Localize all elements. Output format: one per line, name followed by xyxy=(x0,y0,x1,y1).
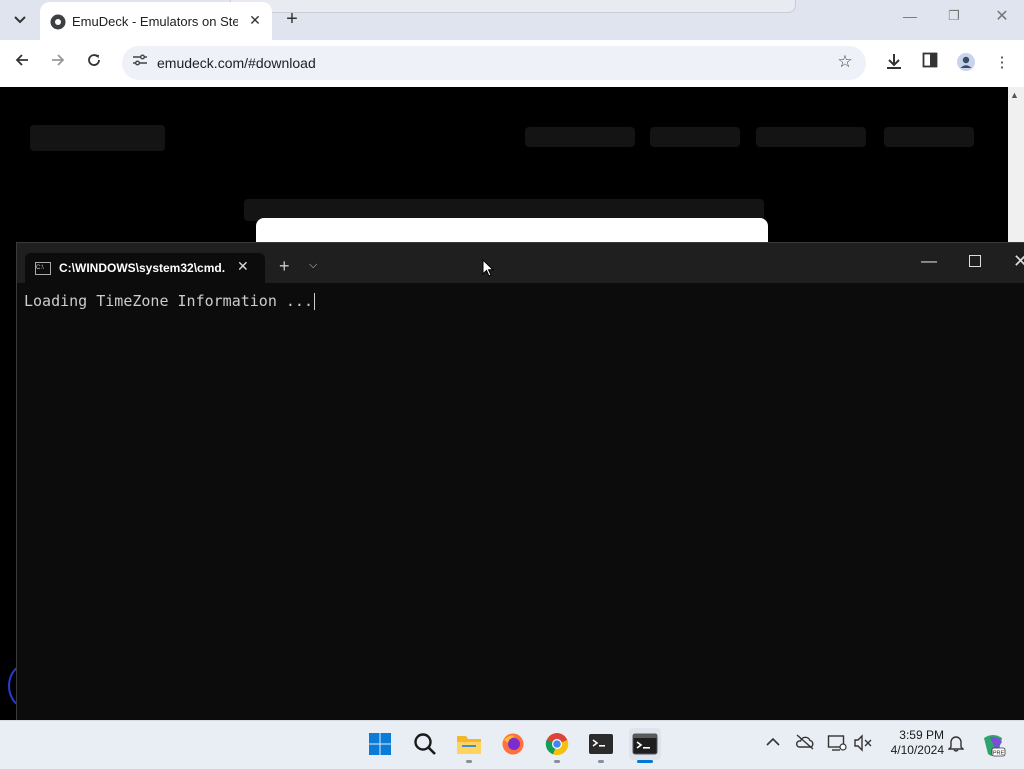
chevron-down-icon xyxy=(14,16,26,24)
nav-link-placeholder xyxy=(756,127,866,147)
site-info-icon[interactable] xyxy=(130,53,150,73)
firefox-icon[interactable] xyxy=(497,728,529,760)
terminal-tab-close-icon[interactable]: ✕ xyxy=(237,258,249,275)
browser-tab-active[interactable]: EmuDeck - Emulators on Steam ✕ xyxy=(40,2,272,40)
terminal-close-icon[interactable]: ✕ xyxy=(1013,251,1024,272)
svg-text:PRE: PRE xyxy=(993,751,1005,757)
network-icon[interactable] xyxy=(827,734,847,754)
clock-date: 4/10/2024 xyxy=(890,743,944,757)
notifications-bell-icon[interactable] xyxy=(946,734,966,754)
bookmark-star-icon[interactable]: ☆ xyxy=(834,52,856,74)
clock-time: 3:59 PM xyxy=(899,728,944,742)
running-indicator xyxy=(554,760,560,763)
side-panel-icon[interactable] xyxy=(919,52,941,74)
text-cursor xyxy=(313,293,315,310)
new-tab-button[interactable]: + xyxy=(280,8,304,32)
terminal-output-text: Loading TimeZone Information ... xyxy=(24,292,313,310)
minimize-icon[interactable]: — xyxy=(896,8,924,32)
chrome-icon[interactable] xyxy=(541,728,573,760)
terminal-maximize-icon[interactable] xyxy=(969,255,981,267)
speaker-muted-icon[interactable] xyxy=(853,734,873,754)
onedrive-offline-icon[interactable] xyxy=(795,734,815,754)
terminal-tab[interactable]: C:\ C:\WINDOWS\system32\cmd. ✕ xyxy=(25,253,265,283)
search-icon[interactable] xyxy=(409,728,441,760)
running-indicator xyxy=(598,760,604,763)
terminal-tab-title: C:\WINDOWS\system32\cmd. xyxy=(59,261,226,275)
scroll-up-icon[interactable]: ▲ xyxy=(1010,90,1019,100)
cmd-icon: C:\ xyxy=(35,262,51,275)
tab-close-icon[interactable]: ✕ xyxy=(246,12,264,30)
window-snap-bar xyxy=(230,0,796,13)
chevron-down-icon[interactable]: ⌵ xyxy=(309,259,317,272)
mouse-pointer-icon xyxy=(482,259,494,277)
system-clock[interactable]: 3:59 PM 4/10/2024 xyxy=(880,728,944,758)
file-explorer-icon[interactable] xyxy=(453,728,485,760)
show-hidden-icons-chevron-up-icon[interactable] xyxy=(763,734,783,754)
profile-avatar-icon[interactable] xyxy=(955,52,977,74)
restore-icon[interactable]: ❐ xyxy=(940,8,968,32)
terminal-window[interactable]: C:\ C:\WINDOWS\system32\cmd. ✕ + ⌵ — ✕ L… xyxy=(16,242,1024,722)
terminal-minimize-icon[interactable]: — xyxy=(921,253,937,271)
nav-link-placeholder xyxy=(650,127,740,147)
nav-link-placeholder xyxy=(525,127,635,147)
browser-tab-title: EmuDeck - Emulators on Steam xyxy=(72,14,238,29)
active-app-indicator xyxy=(637,760,653,763)
emudeck-favicon-icon xyxy=(50,14,66,30)
copilot-pre-icon[interactable]: PRE xyxy=(980,734,1006,757)
nav-link-placeholder xyxy=(884,127,974,147)
back-icon[interactable] xyxy=(10,52,34,76)
reload-icon[interactable] xyxy=(82,52,106,76)
terminal-output-area[interactable]: Loading TimeZone Information ... xyxy=(17,283,1024,721)
running-indicator xyxy=(466,760,472,763)
url-text[interactable]: emudeck.com/#download xyxy=(157,55,316,71)
more-menu-icon[interactable]: ⋮ xyxy=(991,52,1013,74)
terminal-output-line: Loading TimeZone Information ... xyxy=(24,292,315,310)
tab-search-button[interactable] xyxy=(8,8,32,32)
terminal-icon[interactable] xyxy=(585,728,617,760)
terminal-new-tab-icon[interactable]: + xyxy=(279,256,290,277)
forward-icon[interactable] xyxy=(46,52,70,76)
site-logo-placeholder xyxy=(30,125,165,151)
start-icon[interactable] xyxy=(364,728,396,760)
download-icon[interactable] xyxy=(883,52,905,74)
close-window-icon[interactable]: ✕ xyxy=(988,6,1016,30)
cmd-icon[interactable] xyxy=(629,728,661,760)
